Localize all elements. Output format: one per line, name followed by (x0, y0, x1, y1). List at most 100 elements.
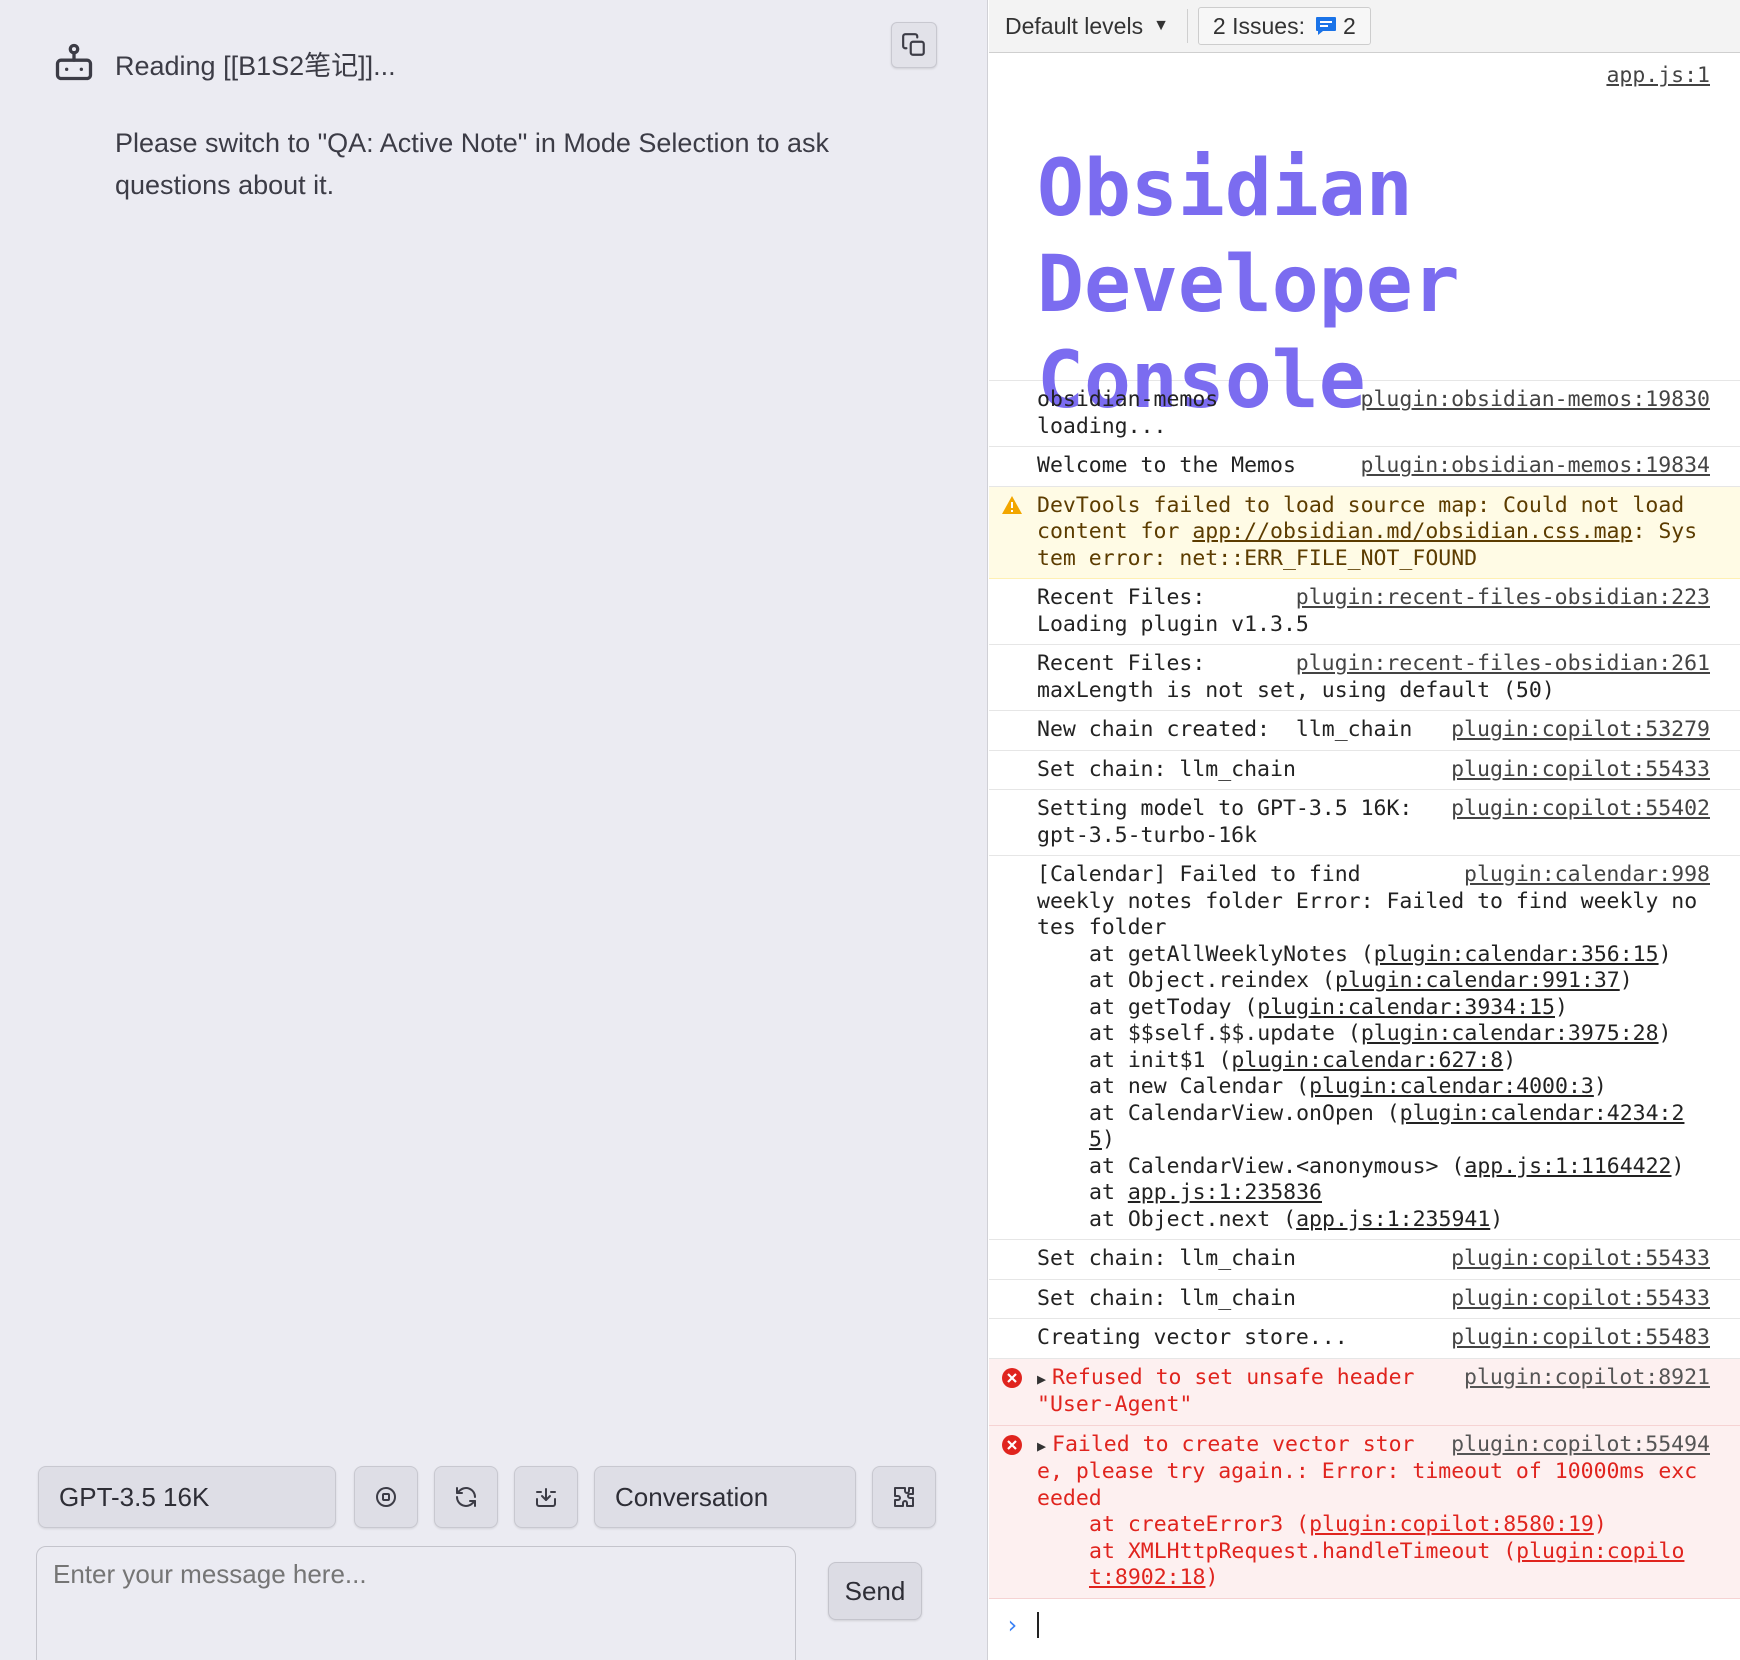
source-link[interactable]: plugin:obsidian-memos:19834 (1361, 453, 1711, 480)
source-link[interactable]: app.js:1 (1606, 63, 1710, 88)
console-toolbar: Default levels ▼ 2 Issues: 2 (989, 0, 1740, 53)
source-link[interactable]: plugin:copilot:55433 (1451, 1246, 1710, 1273)
console-message: plugin:obsidian-memos:19834 Welcome to th… (989, 447, 1740, 487)
console-message: plugin:copilot:55483 Creating vector stor… (989, 1319, 1740, 1359)
stack-frame-link[interactable]: plugin:calendar:4234:25 (1089, 1101, 1684, 1153)
error-icon (1001, 1367, 1023, 1397)
warning-icon (1001, 495, 1023, 523)
stack-frame: at XMLHttpRequest.handleTimeout (plugin:… (1089, 1538, 1685, 1591)
source-link[interactable]: plugin:copilot:55402 (1451, 796, 1710, 823)
copilot-chat-pane: Reading [[B1S2笔记]]... Please switch to "… (0, 0, 988, 1660)
message-text: Refused to set unsafe header "User-Agent… (1037, 1364, 1428, 1418)
stop-icon (376, 1487, 396, 1507)
log-levels-dropdown[interactable]: Default levels ▼ (1005, 13, 1169, 40)
source-link[interactable]: plugin:copilot:55494 (1451, 1432, 1710, 1459)
error-icon (1001, 1434, 1023, 1464)
copy-icon (902, 33, 925, 56)
new-chat-button[interactable] (434, 1466, 498, 1528)
issues-label: 2 Issues: (1212, 12, 1305, 39)
send-button[interactable]: Send (828, 1562, 922, 1620)
console-message: plugin:copilot:55494 ▶ Failed to create ve… (989, 1425, 1740, 1599)
stack-frame-link[interactable]: plugin:calendar:627:8 (1231, 1048, 1503, 1073)
issues-count: 2 (1342, 12, 1356, 39)
console-prompt[interactable]: › (989, 1599, 1740, 1651)
stack-frame: at CalendarView.onOpen (plugin:calendar:… (1089, 1100, 1685, 1153)
plugin-settings-button[interactable] (872, 1466, 936, 1528)
source-link[interactable]: plugin:copilot:55433 (1451, 1286, 1710, 1313)
stack-frame-link[interactable]: plugin:calendar:3975:28 (1361, 1021, 1659, 1046)
message-text: Set chain: llm_chain (1037, 1285, 1296, 1311)
console-message: plugin:recent-files-obsidian:223 Recent F… (989, 579, 1740, 645)
devtools-console: Default levels ▼ 2 Issues: 2 app.js:1 Ob… (989, 0, 1740, 1660)
stack-frame: at init$1 (plugin:calendar:627:8) (1089, 1047, 1517, 1073)
stack-frame: at getToday (plugin:calendar:3934:15) (1089, 994, 1568, 1020)
message-text: Recent Files: Loading plugin v1.3.5 (1037, 585, 1309, 637)
source-link[interactable]: plugin:recent-files-obsidian:223 (1296, 585, 1710, 612)
console-message: plugin:copilot:55433 Set chain: llm_chain (989, 1240, 1740, 1280)
stack-frame: at CalendarView.<anonymous> (app.js:1:11… (1089, 1153, 1685, 1179)
console-message: plugin:copilot:8921 ▶ Refused to set unsaf… (989, 1358, 1740, 1426)
message-text: obsidian-memos loading... (1037, 387, 1219, 439)
stack-frame-link[interactable]: plugin:copilot:8580:19 (1309, 1512, 1594, 1537)
message-text: Creating vector store... (1037, 1325, 1348, 1350)
stack-frame-link[interactable]: plugin:calendar:3934:15 (1257, 995, 1555, 1020)
stack-frame: at $$self.$$.update (plugin:calendar:397… (1089, 1021, 1672, 1046)
console-banner: app.js:1 Obsidian Developer Console (989, 53, 1740, 426)
toolbar-divider (1186, 9, 1188, 43)
dropdown-caret-icon: ▼ (1153, 17, 1169, 34)
stack-frame-link[interactable]: plugin:calendar:991:37 (1335, 968, 1620, 993)
console-message: plugin:copilot:55433 Set chain: llm_chain (989, 751, 1740, 790)
stack-frame-link[interactable]: plugin:calendar:356:15 (1374, 942, 1659, 967)
message-input[interactable] (36, 1546, 796, 1660)
stack-frame: at new Calendar (plugin:calendar:4000:3) (1089, 1074, 1607, 1099)
mode-select[interactable]: Conversation (594, 1466, 856, 1528)
source-link[interactable]: plugin:copilot:55483 (1451, 1325, 1710, 1352)
source-link[interactable]: plugin:copilot:53279 (1451, 717, 1710, 744)
source-link[interactable]: plugin:recent-files-obsidian:261 (1296, 651, 1710, 678)
console-message: DevTools failed to load source map: Coul… (989, 486, 1740, 579)
stack-frame-link[interactable]: app.js:1:1164422 (1464, 1154, 1671, 1179)
stack-frame: at createError3 (plugin:copilot:8580:19) (1089, 1512, 1607, 1537)
source-link[interactable]: plugin:copilot:8921 (1464, 1365, 1710, 1392)
message-text: Set chain: llm_chain (1037, 1246, 1296, 1271)
text-cursor (1037, 1611, 1040, 1638)
message-bubble-icon (1315, 17, 1336, 35)
console-message: plugin:copilot:53279 New chain created: l… (989, 711, 1740, 751)
puzzle-icon (894, 1487, 914, 1507)
model-select[interactable]: GPT-3.5 16K (38, 1466, 336, 1528)
log-levels-label: Default levels (1005, 12, 1144, 39)
prompt-chevron-icon: › (1005, 1610, 1020, 1639)
stack-frame: at Object.reindex (plugin:calendar:991:3… (1089, 968, 1633, 993)
console-message: plugin:obsidian-memos:19830 obsidian-memo… (989, 381, 1740, 447)
source-link[interactable]: plugin:copilot:55433 (1451, 757, 1710, 784)
chat-message-body: Please switch to "QA: Active Note" in Mo… (115, 128, 830, 200)
bot-icon (55, 43, 93, 81)
stack-frame-link[interactable]: app.js:1:235836 (1128, 1180, 1322, 1205)
source-link[interactable]: plugin:obsidian-memos:19830 (1361, 387, 1711, 414)
console-message: plugin:copilot:55433 Set chain: llm_chain (989, 1280, 1740, 1319)
mode-select-value: Conversation (615, 1481, 769, 1512)
copy-button[interactable] (891, 22, 937, 68)
save-chat-button[interactable] (514, 1466, 578, 1528)
stack-frame-link[interactable]: app.js:1:235941 (1296, 1207, 1490, 1232)
stop-button[interactable] (354, 1466, 418, 1528)
download-icon (536, 1488, 556, 1507)
message-text: Setting model to GPT-3.5 16K: gpt-3.5-tu… (1037, 796, 1413, 848)
expand-triangle-icon[interactable]: ▶ (1037, 1370, 1046, 1388)
stack-frame-link[interactable]: plugin:copilot:8902:18 (1089, 1539, 1684, 1591)
issues-button[interactable]: 2 Issues: 2 (1197, 7, 1371, 45)
source-link[interactable]: plugin:calendar:998 (1464, 862, 1710, 889)
model-select-value: GPT-3.5 16K (59, 1481, 210, 1512)
console-messages: plugin:obsidian-memos:19830 obsidian-memo… (989, 381, 1740, 1599)
source-map-link[interactable]: app://obsidian.md/obsidian.css.map (1192, 519, 1632, 544)
message-text: Set chain: llm_chain (1037, 756, 1296, 782)
expand-triangle-icon[interactable]: ▶ (1037, 1437, 1046, 1455)
message-text: Welcome to the Memos (1037, 453, 1296, 478)
stack-frame: at getAllWeeklyNotes (plugin:calendar:35… (1089, 941, 1672, 967)
message-text: New chain created: llm_chain (1037, 717, 1413, 742)
stack-frame-link[interactable]: plugin:calendar:4000:3 (1309, 1074, 1594, 1099)
stack-frame: at app.js:1:235836 (1089, 1180, 1323, 1205)
console-message: plugin:copilot:55402 Setting model to GPT… (989, 790, 1740, 856)
console-message: plugin:recent-files-obsidian:261 Recent F… (989, 645, 1740, 711)
console-message: plugin:calendar:998 [Calendar] Failed to … (989, 856, 1740, 1240)
